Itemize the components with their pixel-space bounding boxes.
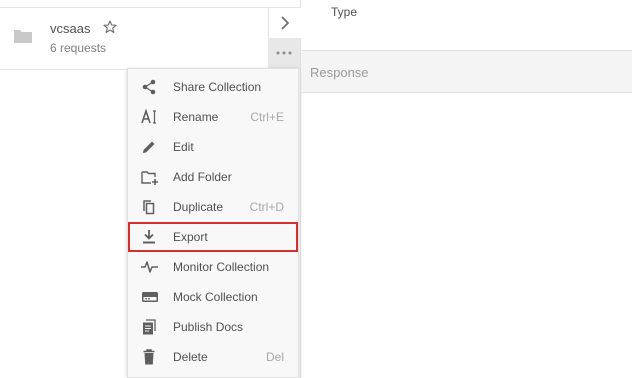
- menu-item-rename[interactable]: Rename Ctrl+E: [128, 102, 298, 132]
- response-label: Response: [310, 65, 369, 80]
- duplicate-icon: [141, 199, 159, 215]
- collection-name: vcsaas: [50, 21, 91, 36]
- response-bar[interactable]: Response: [301, 50, 632, 93]
- monitor-icon: [141, 259, 159, 275]
- publish-docs-icon: [141, 319, 159, 335]
- menu-item-label: Publish Docs: [173, 320, 244, 334]
- menu-item-label: Share Collection: [173, 80, 262, 94]
- menu-item-label: Rename: [173, 110, 219, 124]
- more-dots-icon: [276, 51, 292, 55]
- collection-context-menu: Share Collection Rename Ctrl+E Edit Add …: [127, 68, 299, 378]
- menu-item-label: Duplicate: [173, 200, 224, 214]
- menu-item-share-collection[interactable]: Share Collection: [128, 72, 298, 102]
- menu-item-monitor-collection[interactable]: Monitor Collection: [128, 252, 298, 282]
- more-actions-button[interactable]: [268, 38, 300, 69]
- star-icon[interactable]: [103, 20, 117, 34]
- menu-item-add-folder[interactable]: Add Folder: [128, 162, 298, 192]
- menu-item-label: Add Folder: [173, 170, 232, 184]
- request-pane: Type Response: [301, 0, 632, 378]
- expand-button[interactable]: [268, 8, 301, 39]
- menu-item-label: Delete: [173, 350, 208, 364]
- menu-item-label: Export: [173, 230, 208, 244]
- menu-item-export[interactable]: Export: [128, 222, 298, 252]
- rename-icon: [141, 108, 159, 125]
- menu-item-duplicate[interactable]: Duplicate Ctrl+D: [128, 192, 298, 222]
- menu-item-publish-docs[interactable]: Publish Docs: [128, 312, 298, 342]
- menu-item-edit[interactable]: Edit: [128, 132, 298, 162]
- delete-icon: [141, 349, 159, 365]
- export-icon: [141, 229, 159, 245]
- menu-item-label: Mock Collection: [173, 290, 258, 304]
- menu-item-mock-collection[interactable]: Mock Collection: [128, 282, 298, 312]
- menu-item-delete[interactable]: Delete Del: [128, 342, 298, 372]
- add-folder-icon: [141, 169, 159, 185]
- edit-icon: [141, 139, 159, 155]
- menu-item-shortcut: Ctrl+E: [250, 110, 284, 124]
- share-icon: [141, 79, 159, 95]
- menu-item-label: Edit: [173, 140, 194, 154]
- chevron-right-icon: [281, 16, 290, 30]
- menu-item-label: Monitor Collection: [173, 260, 270, 274]
- folder-icon: [13, 28, 33, 44]
- request-count: 6 requests: [50, 41, 107, 55]
- mock-icon: [141, 289, 159, 305]
- menu-item-shortcut: Del: [265, 350, 284, 364]
- menu-item-shortcut: Ctrl+D: [249, 200, 284, 214]
- collection-item[interactable]: vcsaas 6 requests: [0, 7, 301, 70]
- type-label: Type: [331, 5, 358, 19]
